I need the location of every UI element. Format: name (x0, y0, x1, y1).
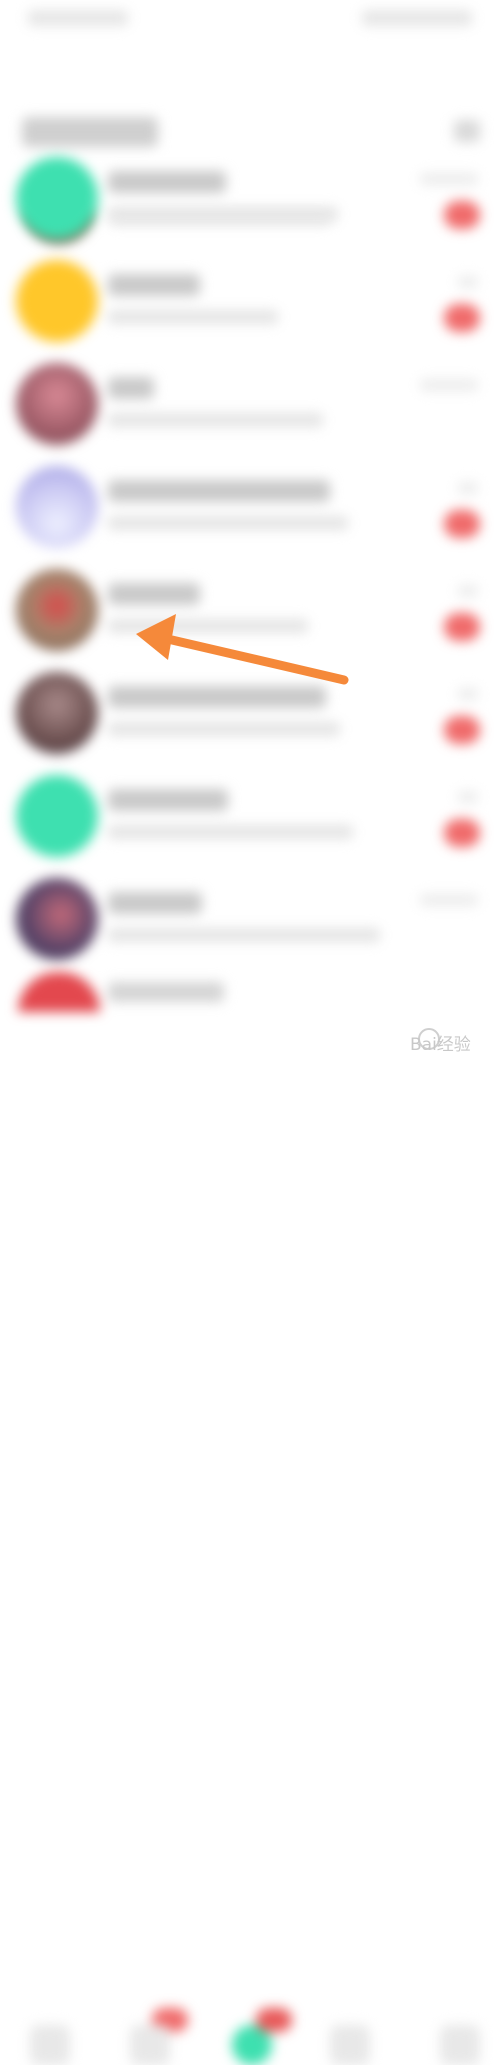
arrow-head (136, 614, 176, 660)
annotation-arrow (136, 614, 349, 685)
tab-4[interactable] (330, 2025, 370, 2065)
tab-1[interactable] (30, 2025, 70, 2065)
tab-2[interactable] (130, 2025, 170, 2065)
arrow-shaft (167, 635, 349, 685)
tab-badge (256, 2008, 292, 2032)
watermark: Bai经验 (410, 1035, 471, 1055)
tab-5[interactable] (440, 2025, 480, 2065)
